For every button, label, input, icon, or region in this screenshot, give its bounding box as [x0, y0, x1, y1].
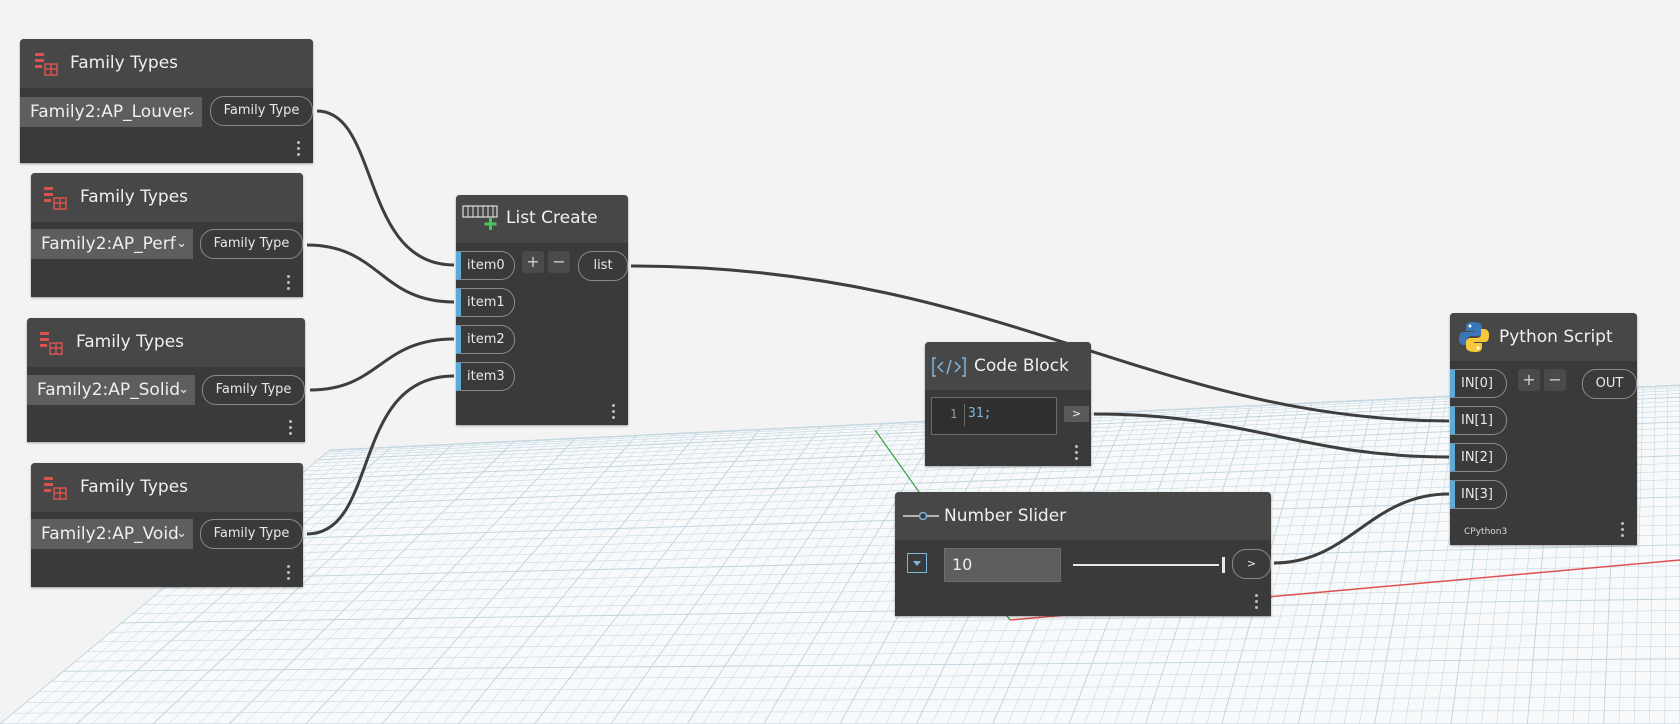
- add-input-button[interactable]: +: [522, 251, 544, 273]
- chevron-down-icon[interactable]: [907, 553, 927, 573]
- node-title: Family Types: [76, 332, 185, 352]
- output-port-family-type[interactable]: Family Type: [200, 519, 303, 549]
- chevron-down-icon: ⌄: [176, 236, 187, 251]
- engine-label: CPython3: [1464, 527, 1508, 537]
- remove-input-button[interactable]: −: [548, 251, 570, 273]
- family-type-dropdown[interactable]: Family2:AP_Perf ⌄: [31, 229, 193, 259]
- list-create-node[interactable]: List Create item0 item1 item2 item3 + − …: [456, 195, 628, 425]
- code-block-node[interactable]: Code Block 1 31; >: [925, 342, 1091, 466]
- family-types-icon: [40, 332, 63, 355]
- input-port-item3[interactable]: item3: [456, 362, 515, 391]
- list-create-icon: [462, 205, 498, 230]
- code-text: 31;: [968, 406, 992, 421]
- family-type-dropdown[interactable]: Family2:AP_Louver ⌄: [20, 97, 202, 127]
- family-types-icon: [35, 53, 58, 76]
- input-port-in2[interactable]: IN[2]: [1450, 443, 1507, 472]
- dropdown-value: Family2:AP_Solid: [37, 380, 181, 400]
- node-menu-icon[interactable]: [289, 420, 293, 436]
- node-menu-icon[interactable]: [287, 275, 291, 291]
- output-port-out[interactable]: OUT: [1582, 369, 1637, 399]
- dropdown-value: Family2:AP_Louver: [30, 102, 190, 122]
- family-type-dropdown[interactable]: Family2:AP_Solid ⌄: [27, 375, 195, 405]
- wire-ft3-item2: [309, 337, 455, 392]
- python-script-node[interactable]: Python Script IN[0] IN[1] IN[2] IN[3] + …: [1450, 313, 1637, 545]
- node-menu-icon[interactable]: [1621, 522, 1625, 538]
- input-port-item1[interactable]: item1: [456, 288, 515, 317]
- slider-thumb[interactable]: [1222, 557, 1225, 573]
- node-title: List Create: [506, 208, 598, 228]
- family-type-dropdown[interactable]: Family2:AP_Void ⌄: [31, 519, 193, 549]
- family-types-node[interactable]: Family Types Family2:AP_Louver ⌄ Family …: [20, 39, 313, 163]
- output-port-code[interactable]: >: [1064, 406, 1089, 422]
- node-title: Number Slider: [944, 506, 1067, 526]
- family-types-node[interactable]: Family Types Family2:AP_Solid ⌄ Family T…: [27, 318, 305, 442]
- family-types-icon: [44, 477, 67, 500]
- input-port-in0[interactable]: IN[0]: [1450, 369, 1507, 398]
- number-slider-node[interactable]: Number Slider 10 >: [895, 492, 1271, 616]
- line-number: 1: [950, 407, 958, 421]
- code-block-icon: [932, 357, 966, 377]
- slider-value-input[interactable]: 10: [944, 548, 1061, 582]
- node-title: Family Types: [80, 187, 189, 207]
- input-port-item2[interactable]: item2: [456, 325, 515, 354]
- chevron-down-icon: ⌄: [178, 382, 189, 397]
- node-menu-icon[interactable]: [287, 565, 291, 581]
- family-types-icon: [44, 187, 67, 210]
- line-number-gutter: [964, 404, 965, 426]
- code-editor[interactable]: 1 31;: [931, 397, 1057, 435]
- node-title: Python Script: [1499, 327, 1613, 347]
- node-menu-icon[interactable]: [1255, 594, 1259, 610]
- node-title: Family Types: [80, 477, 189, 497]
- family-types-node[interactable]: Family Types Family2:AP_Perf ⌄ Family Ty…: [31, 173, 303, 297]
- wire-ft2-item1: [306, 243, 455, 304]
- slider-track[interactable]: [1073, 564, 1219, 566]
- dropdown-value: Family2:AP_Void: [41, 524, 179, 544]
- output-port-slider[interactable]: >: [1232, 549, 1271, 579]
- dropdown-value: Family2:AP_Perf: [41, 234, 176, 254]
- output-port-list[interactable]: list: [578, 251, 628, 281]
- node-menu-icon[interactable]: [612, 404, 616, 420]
- node-title: Family Types: [70, 53, 179, 73]
- output-port-family-type[interactable]: Family Type: [200, 229, 303, 259]
- chevron-down-icon: ⌄: [176, 526, 187, 541]
- output-port-family-type[interactable]: Family Type: [210, 96, 313, 126]
- node-menu-icon[interactable]: [1075, 445, 1079, 461]
- node-title: Code Block: [974, 356, 1069, 376]
- chevron-down-icon: ⌄: [185, 104, 196, 119]
- python-icon: [1459, 322, 1489, 352]
- remove-input-button[interactable]: −: [1544, 369, 1566, 391]
- wire-ft1-item0: [316, 109, 455, 267]
- input-port-in1[interactable]: IN[1]: [1450, 406, 1507, 435]
- input-port-item0[interactable]: item0: [456, 251, 515, 280]
- node-menu-icon[interactable]: [297, 141, 301, 157]
- output-port-family-type[interactable]: Family Type: [202, 375, 305, 405]
- input-port-in3[interactable]: IN[3]: [1450, 480, 1507, 509]
- family-types-node[interactable]: Family Types Family2:AP_Void ⌄ Family Ty…: [31, 463, 303, 587]
- slider-icon: [903, 511, 939, 521]
- add-input-button[interactable]: +: [1518, 369, 1540, 391]
